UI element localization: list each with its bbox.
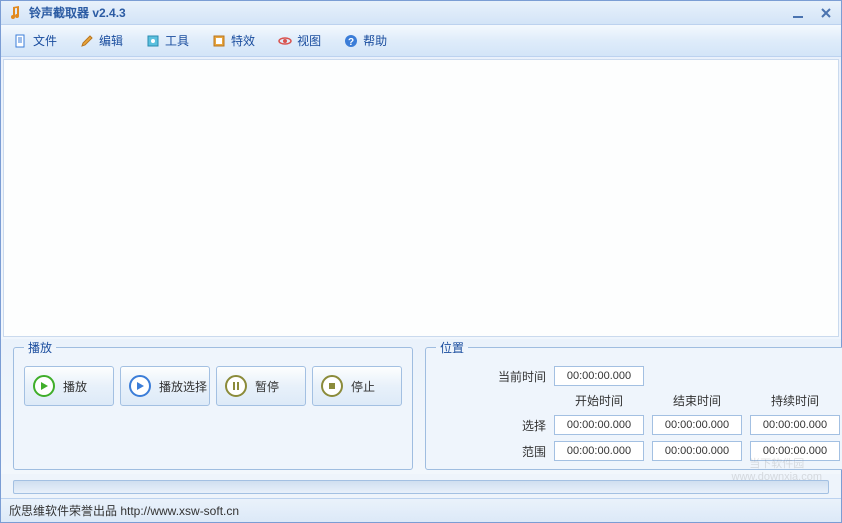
window-controls — [789, 5, 835, 21]
svg-text:?: ? — [348, 37, 354, 48]
menu-file[interactable]: 文件 — [9, 29, 61, 52]
app-title: 铃声截取器 v2.4.3 — [29, 4, 126, 21]
selection-duration: 00:00:00.000 — [750, 415, 840, 435]
bottom-panels: 播放 播放 播放选择 暂停 — [1, 339, 841, 474]
menu-tools[interactable]: 工具 — [141, 29, 193, 52]
app-window: 铃声截取器 v2.4.3 文件 编辑 工 — [0, 0, 842, 523]
menu-view[interactable]: 视图 — [273, 29, 325, 52]
playback-legend: 播放 — [24, 339, 56, 356]
play-label: 播放 — [63, 378, 87, 395]
play-icon — [33, 375, 55, 397]
play-selection-label: 播放选择 — [159, 378, 207, 395]
close-button[interactable] — [817, 5, 835, 21]
progress-row — [1, 474, 841, 498]
pause-icon — [225, 375, 247, 397]
current-time-value: 00:00:00.000 — [554, 366, 644, 386]
view-icon — [277, 33, 293, 49]
waveform-area[interactable] — [3, 59, 839, 337]
effects-icon — [211, 33, 227, 49]
range-row-label: 范围 — [466, 443, 546, 460]
progress-bar[interactable] — [13, 480, 829, 494]
menu-effects[interactable]: 特效 — [207, 29, 259, 52]
stop-label: 停止 — [351, 378, 375, 395]
stop-button[interactable]: 停止 — [312, 366, 402, 406]
header-end: 结束时间 — [652, 392, 742, 409]
range-duration: 00:00:00.000 — [750, 441, 840, 461]
play-button[interactable]: 播放 — [24, 366, 114, 406]
minimize-button[interactable] — [789, 5, 807, 21]
status-text: 欣思维软件荣誉出品 http://www.xsw-soft.cn — [9, 502, 239, 519]
playback-group: 播放 播放 播放选择 暂停 — [13, 339, 413, 470]
app-icon — [7, 5, 23, 21]
pause-button[interactable]: 暂停 — [216, 366, 306, 406]
menu-edit[interactable]: 编辑 — [75, 29, 127, 52]
header-start: 开始时间 — [554, 392, 644, 409]
menu-tools-label: 工具 — [165, 32, 189, 49]
selection-end: 00:00:00.000 — [652, 415, 742, 435]
menu-help[interactable]: ? 帮助 — [339, 29, 391, 52]
menu-help-label: 帮助 — [363, 32, 387, 49]
header-duration: 持续时间 — [750, 392, 840, 409]
tools-icon — [145, 33, 161, 49]
range-start: 00:00:00.000 — [554, 441, 644, 461]
position-group: 位置 当前时间 00:00:00.000 开始时间 结束时间 持续时间 选择 0… — [425, 339, 842, 470]
help-icon: ? — [343, 33, 359, 49]
statusbar: 欣思维软件荣誉出品 http://www.xsw-soft.cn — [1, 498, 841, 522]
selection-row-label: 选择 — [466, 417, 546, 434]
menu-view-label: 视图 — [297, 32, 321, 49]
selection-start: 00:00:00.000 — [554, 415, 644, 435]
menu-effects-label: 特效 — [231, 32, 255, 49]
play-selection-icon — [129, 375, 151, 397]
pause-label: 暂停 — [255, 378, 279, 395]
range-end: 00:00:00.000 — [652, 441, 742, 461]
menu-file-label: 文件 — [33, 32, 57, 49]
file-icon — [13, 33, 29, 49]
play-selection-button[interactable]: 播放选择 — [120, 366, 210, 406]
stop-icon — [321, 375, 343, 397]
position-legend: 位置 — [436, 339, 468, 356]
menu-edit-label: 编辑 — [99, 32, 123, 49]
current-time-label: 当前时间 — [466, 368, 546, 385]
titlebar: 铃声截取器 v2.4.3 — [1, 1, 841, 25]
edit-icon — [79, 33, 95, 49]
menubar: 文件 编辑 工具 特效 视图 ? — [1, 25, 841, 57]
